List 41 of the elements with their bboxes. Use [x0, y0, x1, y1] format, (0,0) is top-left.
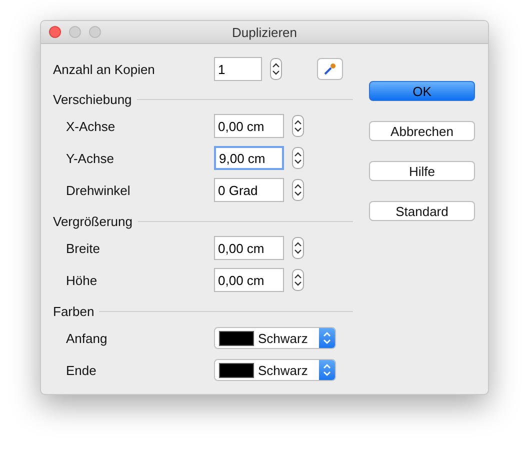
- close-button[interactable]: [49, 26, 61, 38]
- input-field[interactable]: 0,00 cm: [214, 114, 284, 138]
- chevrons-icon: [272, 61, 280, 77]
- field-label: Breite: [65, 240, 101, 256]
- chevrons-icon: [294, 272, 302, 288]
- input-field[interactable]: 0 Grad: [214, 178, 284, 202]
- stepper[interactable]: [292, 179, 304, 201]
- dialog-button[interactable]: OK: [369, 81, 475, 101]
- stepper[interactable]: [292, 237, 304, 259]
- copies-field[interactable]: 1: [214, 57, 262, 81]
- field-label: Höhe: [65, 272, 98, 288]
- eyedropper-button[interactable]: [317, 58, 343, 80]
- field-label: Y-Achse: [65, 150, 115, 166]
- field-label: Ende: [65, 362, 98, 378]
- chevrons-icon: [323, 363, 331, 377]
- dialog-button[interactable]: Standard: [369, 201, 475, 221]
- chevrons-icon: [294, 150, 302, 166]
- field-label: Anzahl an Kopien: [53, 62, 156, 76]
- field-label: Drehwinkel: [65, 182, 132, 198]
- input-field[interactable]: 0,00 cm: [214, 268, 284, 292]
- color-dropdown[interactable]: Schwarz: [214, 359, 336, 381]
- window-title: Duplizieren: [230, 24, 298, 40]
- stepper[interactable]: [292, 269, 304, 291]
- section-title: Vergrößerung: [53, 214, 132, 228]
- stepper[interactable]: [292, 147, 304, 169]
- color-dropdown[interactable]: Schwarz: [214, 327, 336, 349]
- stepper[interactable]: [292, 115, 304, 137]
- chevrons-icon: [294, 118, 302, 134]
- field-label: Anfang: [65, 330, 108, 346]
- input-field[interactable]: 0,00 cm: [214, 236, 284, 260]
- dialog-button[interactable]: Hilfe: [369, 161, 475, 181]
- input-field[interactable]: 9,00 cm: [214, 146, 284, 170]
- dialog-button[interactable]: Abbrechen: [369, 121, 475, 141]
- stepper[interactable]: [270, 58, 282, 80]
- field-label: X-Achse: [65, 118, 116, 134]
- chevrons-icon: [294, 182, 302, 198]
- section-title: Farben: [53, 304, 94, 318]
- chevrons-icon: [294, 240, 302, 256]
- chevrons-icon: [323, 331, 331, 345]
- eyedropper-icon: [323, 62, 337, 76]
- section-title: Verschiebung: [53, 92, 132, 106]
